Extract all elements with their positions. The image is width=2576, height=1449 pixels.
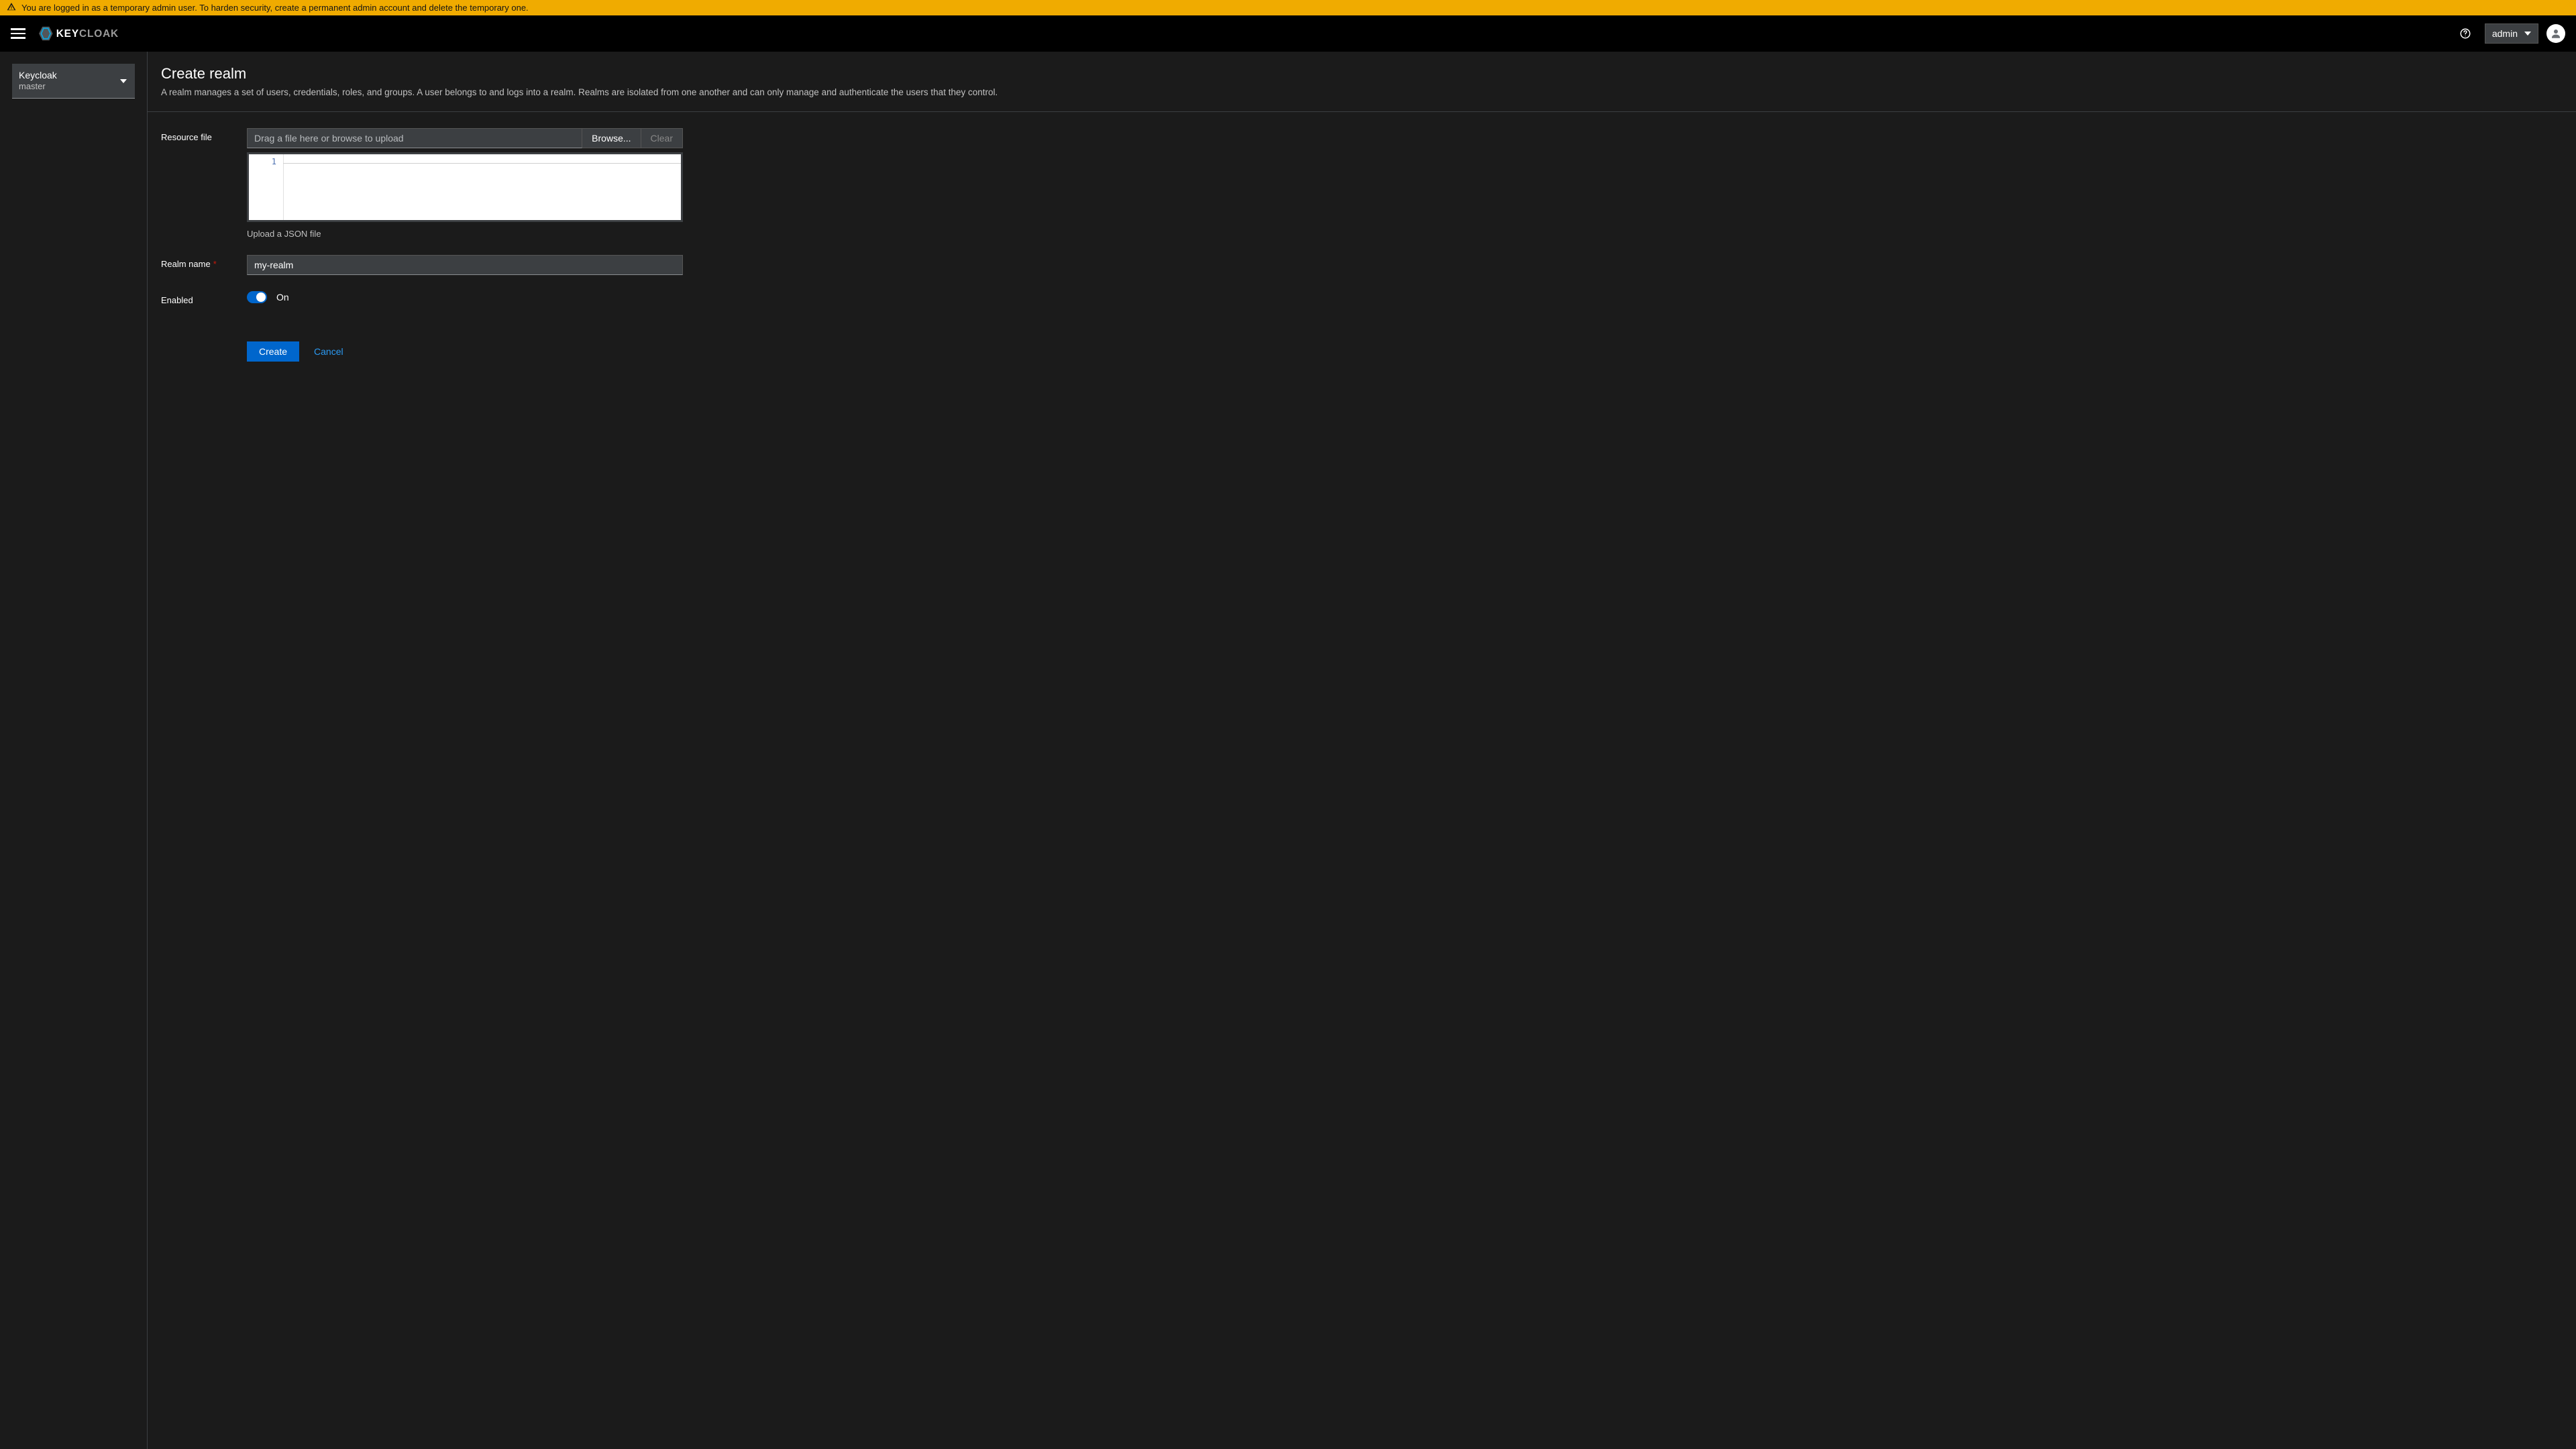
file-dropzone[interactable]: Drag a file here or browse to upload (247, 128, 582, 148)
page-title: Create realm (161, 65, 2563, 83)
realm-name-input[interactable] (247, 255, 683, 275)
sidebar: Keycloak master (0, 52, 148, 1449)
json-editor[interactable]: 1 (247, 152, 683, 222)
realm-selector-current: master (19, 81, 57, 93)
upload-hint: Upload a JSON file (247, 229, 683, 239)
page-header: Create realm A realm manages a set of us… (148, 52, 2576, 112)
create-button[interactable]: Create (247, 341, 299, 362)
browse-button[interactable]: Browse... (582, 128, 641, 148)
realm-selector-dropdown[interactable]: Keycloak master (12, 64, 135, 99)
clear-button[interactable]: Clear (641, 128, 683, 148)
realm-selector-title: Keycloak (19, 69, 57, 81)
caret-down-icon (2524, 28, 2531, 39)
warning-icon (7, 2, 16, 13)
line-number: 1 (249, 157, 276, 166)
page-description: A realm manages a set of users, credenti… (161, 87, 2563, 99)
enabled-state-label: On (276, 292, 289, 303)
help-button[interactable] (2454, 22, 2477, 45)
main-content: Create realm A realm manages a set of us… (148, 52, 2576, 1449)
user-menu-dropdown[interactable]: admin (2485, 23, 2538, 44)
cancel-button[interactable]: Cancel (314, 346, 343, 357)
warning-text: You are logged in as a temporary admin u… (21, 3, 529, 13)
enabled-toggle[interactable] (247, 291, 267, 303)
editor-gutter: 1 (249, 154, 284, 220)
user-avatar[interactable] (2546, 24, 2565, 43)
caret-down-icon (120, 76, 127, 87)
svg-text:KEY: KEY (56, 28, 79, 40)
create-realm-form: Resource file Drag a file here or browse… (148, 112, 2576, 394)
resource-file-label: Resource file (161, 128, 247, 142)
user-menu-label: admin (2492, 28, 2518, 39)
required-indicator: * (213, 259, 217, 269)
top-nav: KEY CLOAK admin (0, 15, 2576, 52)
realm-name-label: Realm name (161, 259, 211, 269)
brand-logo[interactable]: KEY CLOAK (39, 25, 154, 42)
temporary-admin-warning-banner: You are logged in as a temporary admin u… (0, 0, 2576, 15)
nav-toggle-button[interactable] (11, 26, 25, 41)
editor-body[interactable] (284, 154, 681, 220)
enabled-label: Enabled (161, 291, 247, 305)
svg-text:CLOAK: CLOAK (79, 28, 119, 40)
